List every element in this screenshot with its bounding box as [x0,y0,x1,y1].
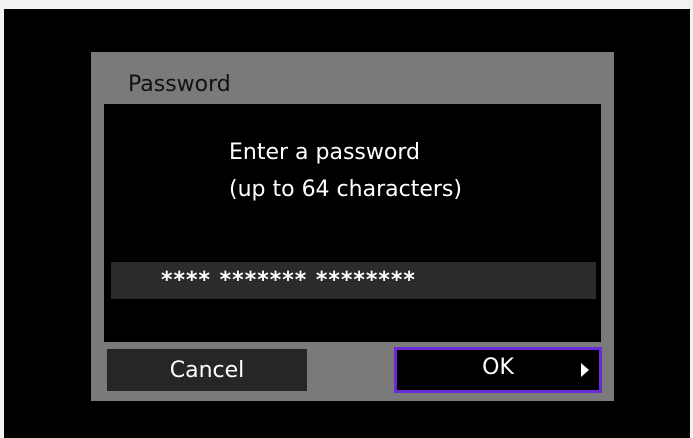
cancel-button[interactable]: Cancel [107,349,307,391]
password-input[interactable]: **** ******* ******** [111,262,596,299]
instruction-line-2: (up to 64 characters) [229,177,462,202]
ok-button-label: OK [482,355,514,380]
ok-button[interactable]: OK [394,347,602,393]
password-instructions: Enter a password (up to 64 characters) [229,134,462,208]
instruction-line-1: Enter a password [229,140,420,165]
cancel-button-label: Cancel [169,358,245,383]
dialog-title: Password [128,72,231,97]
